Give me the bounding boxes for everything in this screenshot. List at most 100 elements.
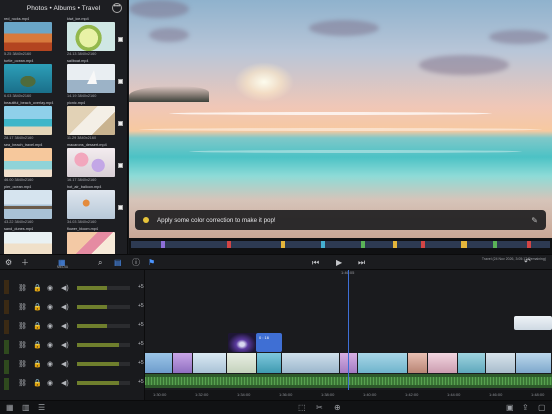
export-icon[interactable]: ▢: [538, 403, 546, 413]
clip-thumbnail[interactable]: [67, 106, 115, 135]
speaker-icon[interactable]: ◀): [61, 379, 69, 387]
eye-icon[interactable]: ◉: [47, 322, 53, 330]
gain-meter[interactable]: [77, 362, 130, 366]
add-clip-icon[interactable]: ⊕: [334, 403, 341, 413]
timeline[interactable]: ⛓ 🔒 ◉ ◀) +5 ⛓ 🔒 ◉ ◀) +5 ⛓ 🔒 ◉ ◀) +5 ⛓ 🔒 ◉ ◀) +5 ⛓ 🔒 ◉ ◀) +5 ⛓ 🔒 ◉ ◀)…: [0, 270, 552, 400]
checkbox-icon[interactable]: [118, 37, 123, 42]
layers-icon[interactable]: ▥: [22, 403, 30, 413]
playhead[interactable]: [348, 270, 349, 400]
crop-icon[interactable]: ⬚: [298, 403, 306, 413]
video-clip[interactable]: [358, 353, 408, 373]
overlay-clip[interactable]: [228, 333, 256, 352]
eye-icon[interactable]: ◉: [47, 284, 53, 292]
ai-prompt-bar[interactable]: Apply some color correction to make it p…: [135, 210, 546, 230]
clip-tile[interactable]: red_rocks.mp4 5.25 3840x2160: [4, 17, 60, 59]
link-icon[interactable]: ⛓: [18, 322, 27, 330]
link-icon[interactable]: ⛓: [18, 284, 27, 292]
lock-icon[interactable]: 🔒: [33, 341, 42, 349]
search-icon[interactable]: ⌕: [98, 257, 102, 268]
eye-icon[interactable]: ◉: [47, 360, 53, 368]
link-icon[interactable]: ⛓: [18, 360, 27, 368]
eye-icon[interactable]: ◉: [47, 341, 53, 349]
speaker-icon[interactable]: ◀): [61, 360, 69, 368]
video-clip[interactable]: [227, 353, 257, 373]
play-icon[interactable]: ▶: [336, 257, 342, 268]
eye-icon[interactable]: ◉: [47, 303, 53, 311]
gain-meter[interactable]: [77, 305, 130, 309]
clip-thumbnail[interactable]: [4, 64, 52, 93]
settings-icon[interactable]: ⚙: [5, 257, 12, 268]
bookmark-icon[interactable]: ⚑: [148, 257, 155, 268]
prompt-text[interactable]: Apply some color correction to make it p…: [157, 217, 531, 224]
clip-thumbnail[interactable]: [67, 232, 115, 254]
more-icon[interactable]: •••: [112, 3, 122, 13]
video-clip[interactable]: [193, 353, 227, 373]
clip-tile[interactable]: beautiful_beach_overlay.mp4 28.17 3840x21…: [4, 101, 60, 143]
video-clip[interactable]: [340, 353, 358, 373]
speaker-icon[interactable]: ◀): [61, 341, 69, 349]
video-clip[interactable]: [173, 353, 193, 373]
lock-icon[interactable]: 🔒: [33, 303, 42, 311]
speaker-icon[interactable]: ◀): [61, 303, 69, 311]
gain-meter[interactable]: [77, 286, 130, 290]
video-clip[interactable]: [257, 353, 282, 373]
lock-icon[interactable]: 🔒: [33, 379, 42, 387]
clip-tile[interactable]: kiwi_ice.mp4 24.13 3840x2160: [67, 17, 123, 59]
clip-tile[interactable]: hot_air_balloon.mp4 34.03 3840x2160: [67, 185, 123, 227]
checkbox-icon[interactable]: [118, 163, 123, 168]
clip-tile[interactable]: sailboat.mp4 14.19 3840x2160: [67, 59, 123, 101]
video-clip[interactable]: [428, 353, 458, 373]
scissors-icon[interactable]: ✂: [316, 403, 323, 413]
list-icon[interactable]: ☰: [38, 403, 45, 413]
clip-tile[interactable]: sea_beach_travel.mp4 46.00 3840x2160: [4, 143, 60, 185]
lock-icon[interactable]: 🔒: [33, 360, 42, 368]
album-breadcrumb[interactable]: Photos • Albums • Travel: [27, 5, 100, 12]
overlay-clip-selected[interactable]: 0 : 16: [256, 333, 282, 352]
link-icon[interactable]: ⛓: [18, 379, 27, 387]
clip-tile[interactable]: picnic.mp4 11.29 3840x2160: [67, 101, 123, 143]
clip-thumbnail[interactable]: [67, 190, 115, 219]
clip-thumbnail[interactable]: [4, 148, 52, 177]
link-icon[interactable]: ⛓: [18, 303, 27, 311]
video-clip[interactable]: [458, 353, 486, 373]
clip-tile[interactable]: flower_bloom.mp4: [67, 227, 123, 254]
grid-icon[interactable]: ▦: [6, 403, 14, 413]
clip-thumbnail[interactable]: [4, 106, 52, 135]
upper-track-clip[interactable]: [514, 316, 552, 330]
clip-tile[interactable]: macarons_dessert.mp4 16.17 3840x2160: [67, 143, 123, 185]
clip-thumbnail[interactable]: [4, 190, 52, 219]
checkbox-icon[interactable]: [118, 79, 123, 84]
eye-icon[interactable]: ◉: [47, 379, 53, 387]
timeline-overview[interactable]: [129, 238, 552, 254]
checkbox-icon[interactable]: [118, 121, 123, 126]
video-clip[interactable]: [282, 353, 340, 373]
share-icon[interactable]: ⇪: [522, 403, 529, 413]
info-icon[interactable]: ⓘ: [132, 257, 140, 268]
checkbox-icon[interactable]: [118, 205, 123, 210]
clip-tile[interactable]: sand_dunes.mp4: [4, 227, 60, 254]
gain-meter[interactable]: [77, 324, 130, 328]
lock-icon[interactable]: 🔒: [33, 322, 42, 330]
clip-thumbnail[interactable]: [67, 64, 115, 93]
video-clip[interactable]: [408, 353, 428, 373]
gain-meter[interactable]: [77, 381, 130, 385]
video-viewer[interactable]: Apply some color correction to make it p…: [129, 0, 552, 238]
link-icon[interactable]: ⛓: [18, 341, 27, 349]
speaker-icon[interactable]: ◀): [61, 284, 69, 292]
image-icon[interactable]: ▣: [506, 403, 514, 413]
filter-icon[interactable]: ▤: [114, 257, 122, 268]
video-clip[interactable]: [145, 353, 173, 373]
pencil-icon[interactable]: ✎: [531, 216, 538, 225]
add-icon[interactable]: ＋: [21, 257, 29, 268]
timeline-ruler[interactable]: 1:30:00 1:32:00 1:34:00 1:36:00 1:38:00 1:40:…: [145, 390, 552, 400]
video-clip[interactable]: [486, 353, 516, 373]
clip-thumbnail[interactable]: [4, 22, 52, 51]
clip-thumbnail[interactable]: [67, 148, 115, 177]
clip-thumbnail[interactable]: [4, 232, 52, 254]
clip-tile[interactable]: pier_ocean.mp4 43.22 3840x2160: [4, 185, 60, 227]
skip-forward-icon[interactable]: ⏭: [358, 257, 365, 268]
skip-back-icon[interactable]: ⏮: [312, 257, 319, 268]
clip-tile[interactable]: turtle_ocean.mp4 6.03 3840x2160: [4, 59, 60, 101]
clip-thumbnail[interactable]: [67, 22, 115, 51]
gain-meter[interactable]: [77, 343, 130, 347]
